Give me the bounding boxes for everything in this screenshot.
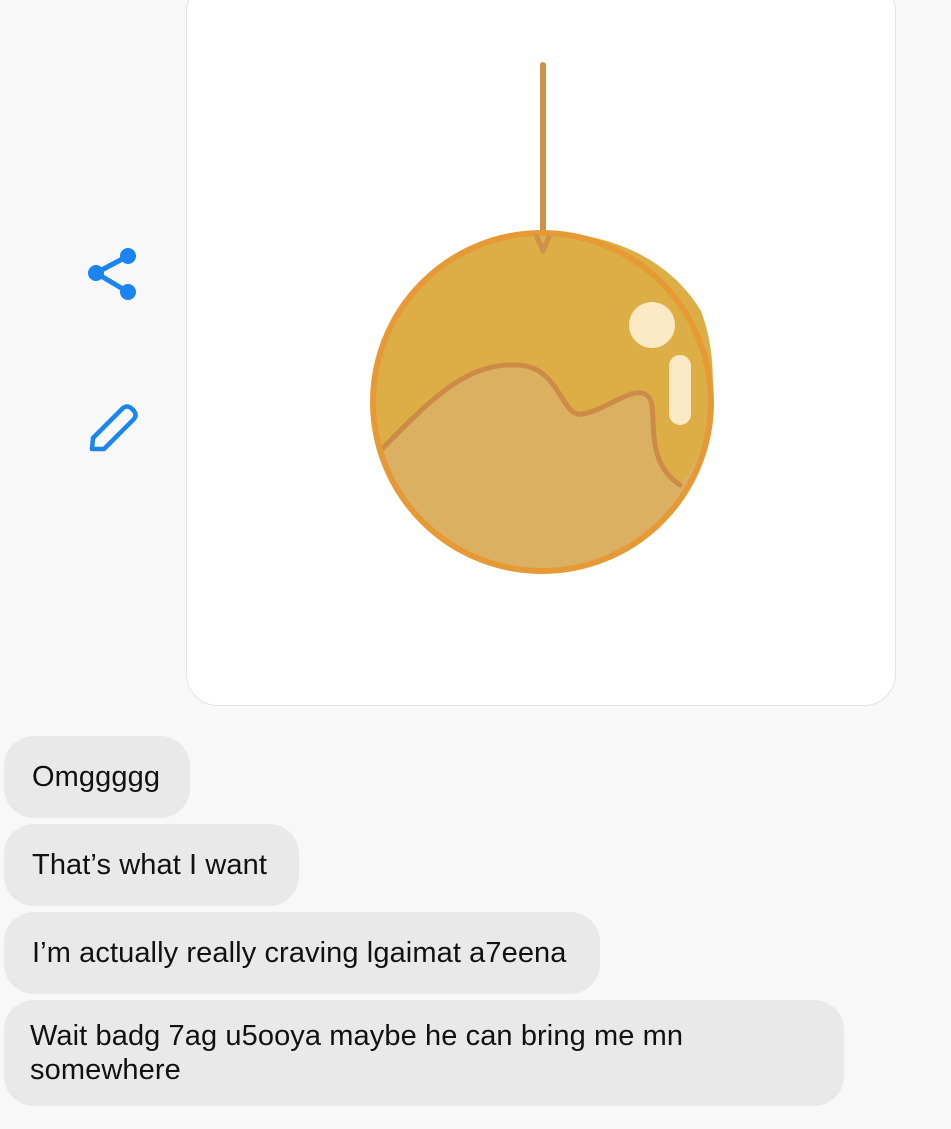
message-text: Wait badg 7ag u5ooya maybe he can bring …: [30, 1020, 684, 1086]
share-button[interactable]: [80, 242, 144, 306]
candy-apple-sticker: [370, 62, 714, 574]
message-bubble[interactable]: I’m actually really craving lgaimat a7ee…: [4, 912, 600, 994]
edit-button[interactable]: [80, 396, 144, 460]
message-text: Omggggg: [32, 761, 161, 793]
message-text: That’s what I want: [32, 849, 267, 881]
message-text: I’m actually really craving lgaimat a7ee…: [32, 937, 567, 969]
sticker-image-card[interactable]: [186, 0, 896, 706]
message-bubble[interactable]: Wait badg 7ag u5ooya maybe he can bring …: [4, 1000, 844, 1106]
pencil-icon: [89, 404, 138, 452]
message-bubble[interactable]: Omggggg: [4, 736, 190, 818]
message-bubble[interactable]: That’s what I want: [4, 824, 299, 906]
share-icon: [88, 248, 136, 300]
